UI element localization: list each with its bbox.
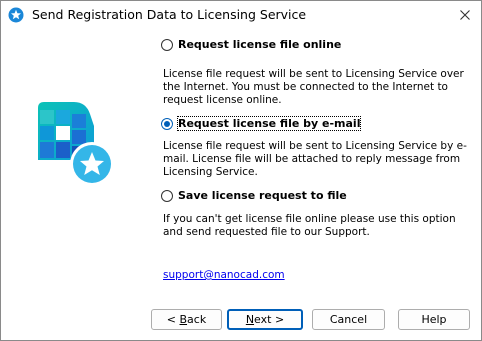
option-email-label[interactable]: Request license file by e-mail — [176, 116, 362, 131]
close-button[interactable] — [449, 1, 481, 29]
radio-online[interactable] — [161, 38, 173, 51]
title-bar: Send Registration Data to Licensing Serv… — [1, 1, 481, 29]
cancel-button[interactable]: Cancel — [312, 309, 385, 330]
back-button-mnemonic: B — [179, 313, 188, 326]
option-online[interactable]: Request license file online — [161, 38, 341, 51]
support-email-link[interactable]: support@nanocad.com — [163, 269, 285, 281]
next-button-mnemonic: N — [245, 313, 255, 326]
radio-email[interactable] — [161, 117, 173, 130]
option-email-description: License file request will be sent to Lic… — [163, 140, 467, 178]
help-button[interactable]: Help — [398, 309, 470, 330]
option-email[interactable]: Request license file by e-mail — [161, 116, 362, 131]
dialog-window: Send Registration Data to Licensing Serv… — [0, 0, 482, 341]
next-button[interactable]: Next > — [227, 309, 303, 330]
radio-file[interactable] — [161, 189, 173, 202]
option-file-description: If you can't get license file online ple… — [163, 213, 456, 238]
nanocad-logo-icon — [38, 102, 114, 186]
back-button[interactable]: < Back — [151, 309, 222, 330]
next-button-rest: ext > — [254, 313, 285, 326]
option-online-label[interactable]: Request license file online — [178, 38, 341, 51]
option-online-description: License file request will be sent to Lic… — [163, 68, 464, 106]
star-badge-icon — [8, 7, 24, 23]
option-file-label[interactable]: Save license request to file — [178, 189, 347, 202]
option-file[interactable]: Save license request to file — [161, 189, 347, 202]
back-button-prefix: < — [166, 313, 180, 326]
window-title: Send Registration Data to Licensing Serv… — [32, 7, 307, 22]
back-button-rest: ack — [187, 313, 207, 326]
close-icon — [460, 10, 470, 20]
